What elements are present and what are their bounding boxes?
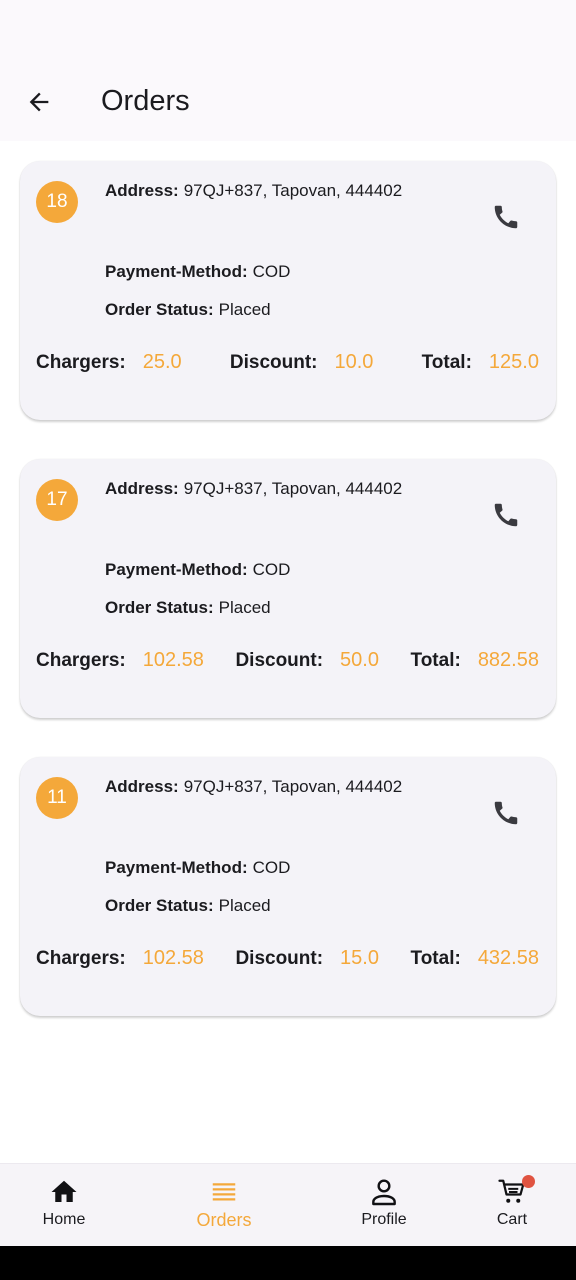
nav-label-profile: Profile	[361, 1211, 407, 1228]
person-icon	[372, 1179, 396, 1206]
order-status-value: Placed	[218, 896, 271, 915]
address-label: Address:	[105, 479, 179, 498]
total-label: Total:	[410, 948, 461, 969]
payment-method-row: Payment-Method: COD	[105, 262, 290, 282]
nav-item-home[interactable]: Home	[0, 1164, 136, 1247]
nav-label-home: Home	[42, 1211, 86, 1228]
address-row: Address: 97QJ+837, Tapovan, 444402	[105, 777, 402, 797]
charges-label: Chargers:	[36, 948, 126, 969]
order-card[interactable]: 11 Address: 97QJ+837, Tapovan, 444402 Pay…	[20, 757, 556, 1016]
phone-icon	[494, 503, 518, 527]
order-status-value: Placed	[218, 300, 271, 319]
charges-label: Chargers:	[36, 650, 126, 671]
nav-item-cart[interactable]: Cart	[440, 1164, 576, 1247]
order-status-label: Order Status:	[105, 896, 214, 915]
charges-value: 25.0	[142, 351, 182, 373]
order-card[interactable]: 17 Address: 97QJ+837, Tapovan, 444402 Pay…	[20, 459, 556, 718]
back-button[interactable]	[19, 82, 59, 122]
call-button[interactable]	[486, 495, 526, 535]
payment-method-value: COD	[252, 262, 291, 281]
total-label: Total:	[410, 650, 461, 671]
page-title: Orders	[101, 85, 190, 117]
order-status-row: Order Status: Placed	[105, 598, 271, 618]
arrow-back-icon	[29, 92, 49, 112]
payment-method-label: Payment-Method:	[105, 262, 248, 281]
address-label: Address:	[105, 181, 179, 200]
payment-method-row: Payment-Method: COD	[105, 858, 290, 878]
cart-notification-dot	[522, 1175, 535, 1188]
phone-icon	[494, 801, 518, 825]
order-status-value: Placed	[218, 598, 271, 617]
discount-value: 10.0	[334, 351, 374, 373]
discount-label: Discount:	[235, 650, 324, 671]
nav-label-cart: Cart	[496, 1211, 528, 1228]
charges-value: 102.58	[142, 649, 204, 671]
amounts-row: Chargers: 25.0 Discount: 10.0 Total: 125.0	[36, 351, 539, 374]
order-status-row: Order Status: Placed	[105, 300, 271, 320]
system-navigation-bar	[0, 1246, 576, 1280]
payment-method-label: Payment-Method:	[105, 858, 248, 877]
payment-method-value: COD	[252, 560, 291, 579]
discount-label: Discount:	[235, 948, 324, 969]
charges-value: 102.58	[142, 947, 204, 969]
discount-value: 50.0	[340, 649, 379, 671]
nav-item-orders[interactable]: Orders	[152, 1164, 296, 1247]
payment-method-label: Payment-Method:	[105, 560, 248, 579]
payment-method-row: Payment-Method: COD	[105, 560, 290, 580]
charges-label: Chargers:	[36, 352, 126, 373]
order-number-badge: 18	[36, 181, 78, 223]
discount-value: 15.0	[340, 947, 379, 969]
address-row: Address: 97QJ+837, Tapovan, 444402	[105, 181, 402, 201]
list-icon	[212, 1183, 236, 1201]
address-value: 97QJ+837, Tapovan, 444402	[183, 777, 403, 796]
total-value: 882.58	[477, 649, 539, 671]
order-card[interactable]: 18 Address: 97QJ+837, Tapovan, 444402 Pay…	[20, 161, 556, 420]
total-value: 125.0	[488, 351, 539, 373]
address-label: Address:	[105, 777, 179, 796]
total-label: Total:	[421, 352, 472, 373]
order-status-label: Order Status:	[105, 300, 214, 319]
total-value: 432.58	[477, 947, 539, 969]
order-status-label: Order Status:	[105, 598, 214, 617]
home-icon	[51, 1180, 77, 1202]
nav-item-profile[interactable]: Profile	[312, 1164, 456, 1247]
address-row: Address: 97QJ+837, Tapovan, 444402	[105, 479, 402, 499]
app-bar: Orders	[0, 0, 576, 141]
payment-method-value: COD	[252, 858, 291, 877]
call-button[interactable]	[486, 197, 526, 237]
address-value: 97QJ+837, Tapovan, 444402	[183, 479, 403, 498]
call-button[interactable]	[486, 793, 526, 833]
phone-icon	[494, 205, 518, 229]
order-number-badge: 17	[36, 479, 78, 521]
order-status-row: Order Status: Placed	[105, 896, 271, 916]
address-value: 97QJ+837, Tapovan, 444402	[183, 181, 403, 200]
discount-label: Discount:	[229, 352, 318, 373]
amounts-row: Chargers: 102.58 Discount: 15.0 Total: 432.…	[36, 947, 539, 970]
order-number-badge: 11	[36, 777, 78, 819]
nav-label-orders: Orders	[196, 1210, 252, 1230]
amounts-row: Chargers: 102.58 Discount: 50.0 Total: 882.…	[36, 649, 539, 672]
bottom-navigation: Home Orders Profile Cart	[0, 1163, 576, 1246]
